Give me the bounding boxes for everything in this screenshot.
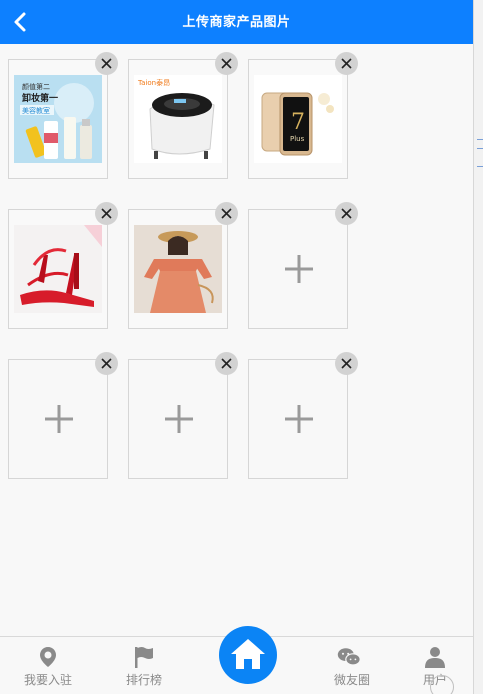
plus-icon [165, 405, 193, 433]
close-icon [221, 58, 232, 69]
remove-image-button[interactable] [215, 352, 238, 375]
location-pin-icon [40, 647, 56, 667]
close-icon [101, 208, 112, 219]
cosmetics-line-3: 美容教室 [22, 106, 50, 115]
remove-image-button[interactable] [335, 52, 358, 75]
model-number: 7 [291, 110, 305, 135]
flag-icon [135, 647, 153, 668]
window-edge [473, 0, 483, 694]
image-grid: 颜值第二 卸妆第一 美容教室 Taion泰昂 7 Plus [0, 44, 473, 636]
user-icon [425, 647, 445, 668]
close-icon [341, 208, 352, 219]
scroll-indicator[interactable] [430, 675, 454, 694]
nav-item-moments[interactable]: 微友圈 [312, 637, 392, 694]
foot-spa-thumbnail: Taion泰昂 [134, 75, 222, 163]
nav-item-join[interactable]: 我要入驻 [8, 637, 88, 694]
edge-mark [477, 139, 483, 147]
page-title: 上传商家产品图片 [182, 14, 291, 29]
cosmetics-line-1: 颜值第二 [22, 82, 50, 91]
close-icon [341, 358, 352, 369]
wechat-icon [337, 648, 361, 666]
heels-thumbnail [14, 225, 102, 313]
nav-label: 排行榜 [125, 673, 162, 687]
cosmetics-line-2: 卸妆第一 [22, 92, 58, 104]
remove-image-button[interactable] [95, 352, 118, 375]
remove-image-button[interactable] [95, 52, 118, 75]
close-icon [221, 358, 232, 369]
remove-image-button[interactable] [215, 52, 238, 75]
add-image-slot[interactable] [8, 352, 118, 479]
image-tile[interactable]: 颜值第二 卸妆第一 美容教室 [8, 52, 118, 179]
image-tile[interactable] [128, 202, 238, 329]
add-image-slot[interactable] [248, 202, 358, 329]
remove-image-button[interactable] [335, 352, 358, 375]
home-icon [231, 639, 265, 669]
home-button[interactable] [219, 626, 277, 684]
smartphone-thumbnail: 7 Plus [254, 75, 342, 163]
close-icon [221, 208, 232, 219]
app-screen: 上传商家产品图片 颜值第二 卸妆第一 美容教室 Taion泰昂 7 Plus 我… [0, 0, 473, 694]
nav-label: 微友圈 [333, 673, 370, 687]
plus-icon [285, 405, 313, 433]
model-sub: Plus [290, 135, 305, 143]
remove-image-button[interactable] [335, 202, 358, 225]
brand-text: Taion泰昂 [137, 78, 170, 87]
image-tile[interactable] [8, 202, 118, 329]
dress-thumbnail [134, 225, 222, 313]
close-icon [341, 58, 352, 69]
remove-image-button[interactable] [95, 202, 118, 225]
add-image-slot[interactable] [128, 352, 238, 479]
close-icon [101, 358, 112, 369]
nav-item-ranking[interactable]: 排行榜 [104, 637, 184, 694]
edge-mark [477, 148, 483, 156]
plus-icon [285, 255, 313, 283]
header-bar: 上传商家产品图片 [0, 0, 473, 44]
cosmetics-thumbnail: 颜值第二 卸妆第一 美容教室 [14, 75, 102, 163]
close-icon [101, 58, 112, 69]
image-tile[interactable]: Taion泰昂 [128, 52, 238, 179]
add-image-slot[interactable] [248, 352, 358, 479]
edge-mark [477, 166, 483, 174]
nav-label: 我要入驻 [23, 673, 72, 687]
remove-image-button[interactable] [215, 202, 238, 225]
plus-icon [45, 405, 73, 433]
image-tile[interactable]: 7 Plus [248, 52, 358, 179]
